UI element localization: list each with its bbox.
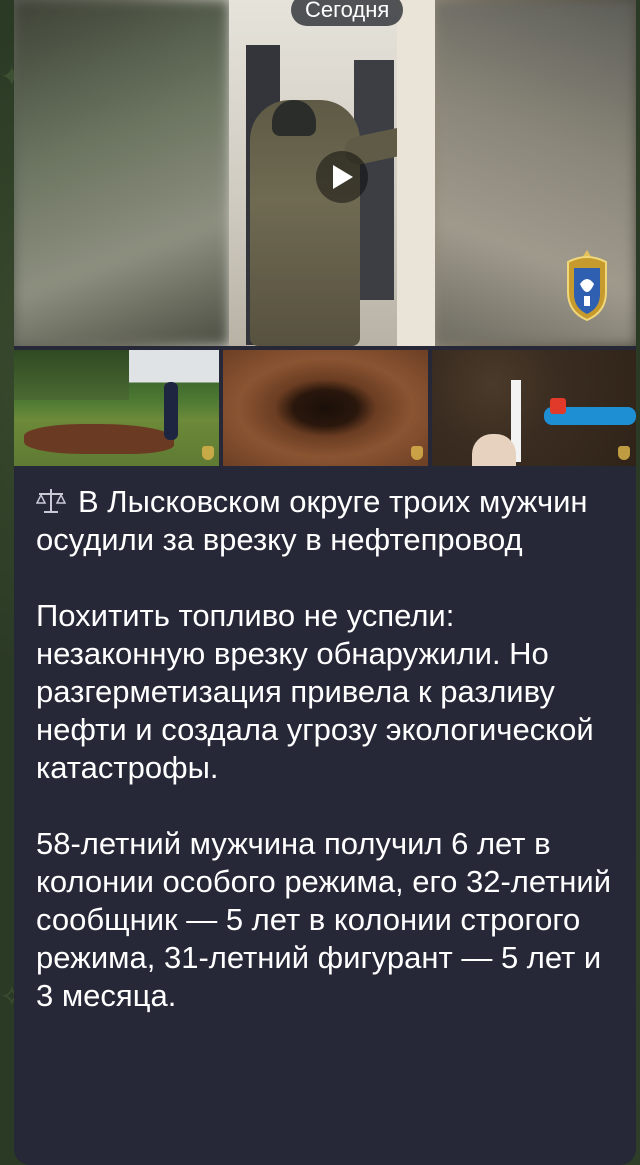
video-pillar xyxy=(397,0,435,346)
headline-text: В Лысковском округе троих мужчин осудили… xyxy=(36,484,588,557)
photo-album xyxy=(14,350,636,466)
police-emblem-icon xyxy=(411,446,423,460)
video-soldier xyxy=(250,100,360,346)
photo-pipe-tap[interactable] xyxy=(432,350,636,466)
message-bubble[interactable]: В Лысковском округе троих мужчин осудили… xyxy=(14,0,636,1165)
date-pill: Сегодня xyxy=(291,0,404,26)
message-paragraph: Похитить топливо не успели: незаконную в… xyxy=(36,598,594,785)
police-emblem-icon xyxy=(567,250,607,322)
photo-trench xyxy=(24,424,174,454)
photo-officer xyxy=(164,382,178,440)
message-headline: В Лысковском округе троих мужчин осудили… xyxy=(36,483,626,559)
police-emblem-icon xyxy=(618,446,630,460)
video-helmet xyxy=(272,100,316,136)
photo-hand xyxy=(472,434,516,466)
play-icon xyxy=(333,165,353,189)
photo-trees xyxy=(14,350,129,400)
video-preview[interactable] xyxy=(14,0,636,346)
message-text: В Лысковском округе троих мужчин осудили… xyxy=(36,483,626,1015)
video-blur-left xyxy=(14,0,229,346)
scales-icon xyxy=(36,489,66,513)
photo-pit[interactable] xyxy=(223,350,428,466)
photo-field-trench[interactable] xyxy=(14,350,219,466)
play-button[interactable] xyxy=(316,151,368,203)
police-emblem-icon xyxy=(202,446,214,460)
message-paragraph: 58-летний мужчина получил 6 лет в колони… xyxy=(36,826,612,1013)
photo-valve xyxy=(550,398,566,414)
